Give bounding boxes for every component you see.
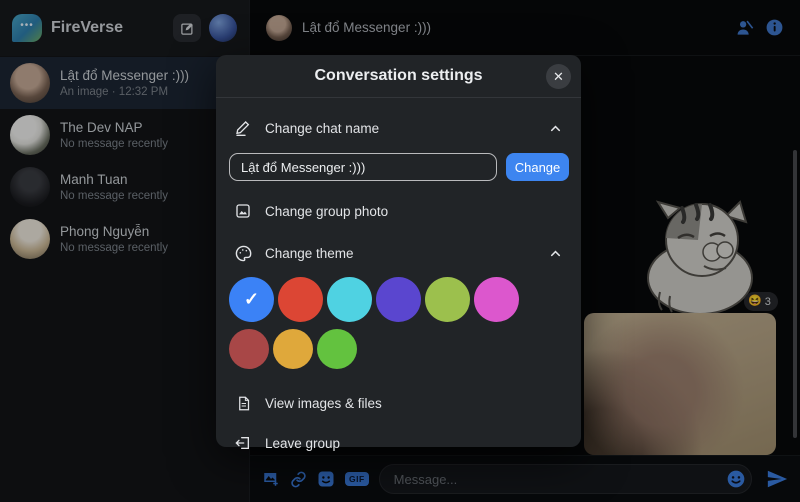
theme-swatch-amber[interactable]: [273, 329, 313, 369]
theme-swatch-blue[interactable]: [229, 277, 274, 322]
leave-group-icon: [234, 435, 252, 451]
app-window: ••• FireVerse Lật đổ Messenger :))) An i…: [0, 0, 800, 502]
theme-swatch-olive[interactable]: [425, 277, 470, 322]
change-chat-name-label: Change chat name: [265, 121, 548, 136]
theme-swatch-grid: [216, 265, 581, 369]
theme-swatch-red[interactable]: [278, 277, 323, 322]
collapse-section-button[interactable]: [548, 121, 563, 136]
modal-title: Conversation settings: [314, 67, 482, 85]
leave-group-row[interactable]: Leave group: [216, 431, 581, 455]
theme-swatch-brick[interactable]: [229, 329, 269, 369]
view-images-label: View images & files: [265, 396, 563, 411]
change-chat-name-row[interactable]: Change chat name: [216, 116, 581, 140]
change-theme-row[interactable]: Change theme: [216, 241, 581, 265]
pencil-icon: [234, 120, 252, 136]
change-name-button[interactable]: Change: [506, 153, 569, 181]
theme-swatch-cyan[interactable]: [327, 277, 372, 322]
file-icon: [234, 396, 252, 411]
change-group-photo-row[interactable]: Change group photo: [216, 199, 581, 223]
collapse-theme-button[interactable]: [548, 246, 563, 261]
change-group-photo-label: Change group photo: [265, 204, 563, 219]
conversation-settings-modal: Conversation settings ✕ Change chat name…: [216, 55, 581, 447]
image-icon: [234, 203, 252, 219]
change-theme-label: Change theme: [265, 246, 548, 261]
theme-swatch-green[interactable]: [317, 329, 357, 369]
close-button[interactable]: ✕: [546, 64, 571, 89]
view-images-row[interactable]: View images & files: [216, 391, 581, 415]
palette-icon: [234, 245, 252, 262]
chat-name-input[interactable]: [229, 153, 497, 181]
leave-group-label: Leave group: [265, 436, 563, 451]
chat-name-editor: Change: [216, 153, 581, 181]
modal-header: Conversation settings ✕: [216, 55, 581, 98]
theme-swatch-magenta[interactable]: [474, 277, 519, 322]
theme-swatch-purple[interactable]: [376, 277, 421, 322]
close-icon: ✕: [553, 69, 564, 85]
